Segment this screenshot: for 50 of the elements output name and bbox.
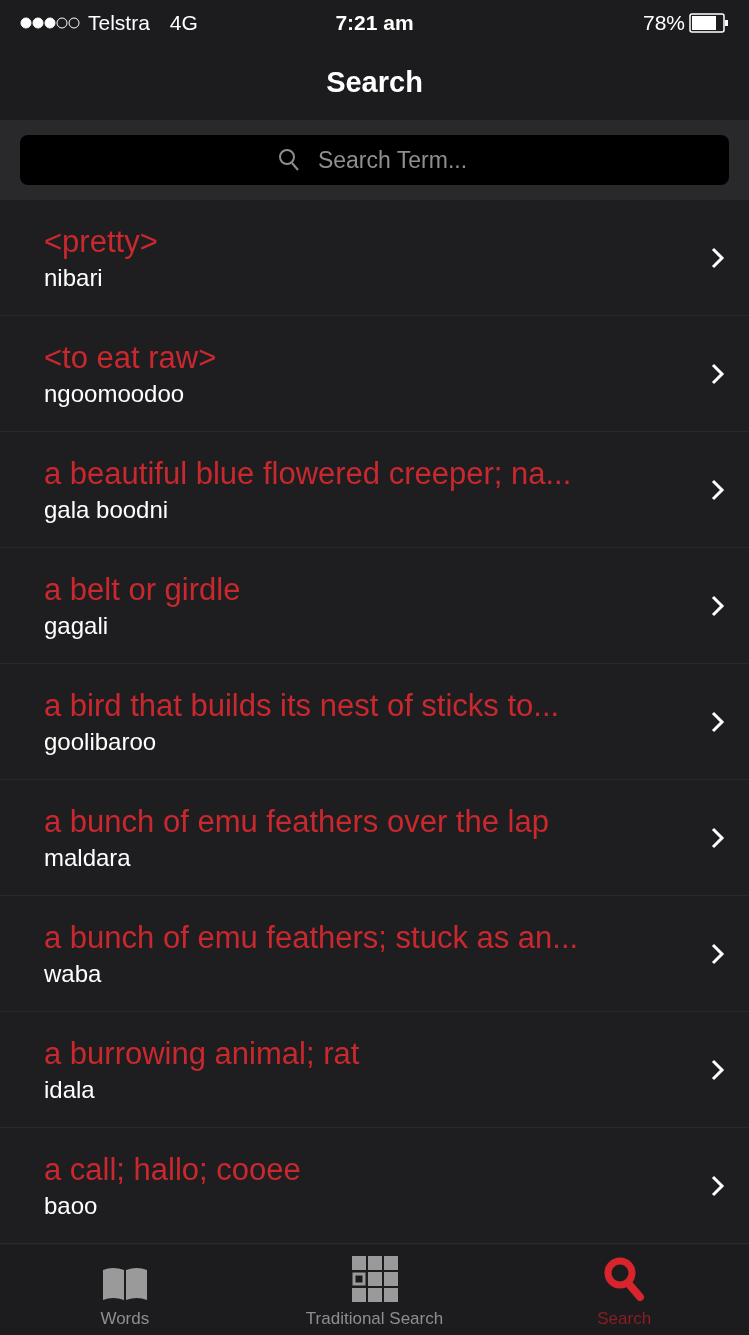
result-word: maldara [44, 842, 132, 873]
result-term: a beautiful blue flowered creeper; na... [44, 454, 573, 493]
result-row[interactable]: a belt or girdle gagali [0, 548, 749, 664]
result-word: goolibaroo [44, 726, 158, 757]
result-term: a belt or girdle [44, 570, 242, 609]
result-word: gala boodni [44, 494, 170, 525]
chevron-icon [711, 246, 725, 269]
network-label: 4G [169, 9, 198, 36]
screen-title: Search [326, 64, 423, 100]
battery-icon [689, 12, 729, 33]
result-row[interactable]: a burrowing animal; rat idala [0, 1012, 749, 1128]
result-word: ngoomoodoo [44, 378, 186, 409]
chevron-icon [711, 710, 725, 733]
signal-icon [20, 16, 80, 29]
result-row[interactable]: a bunch of emu feathers; stuck as an... waba [0, 896, 749, 1012]
tab-bar-item[interactable]: Traditional Search [249, 1245, 500, 1335]
result-word: idala [44, 1074, 96, 1105]
search-icon [278, 148, 300, 172]
battery-percentage: 78% [642, 9, 685, 36]
result-word: baoo [44, 1190, 99, 1221]
chevron-icon [711, 594, 725, 617]
result-term: a bunch of emu feathers over the lap [44, 802, 550, 841]
chevron-icon [711, 942, 725, 965]
result-term: a burrowing animal; rat [44, 1034, 361, 1073]
chevron-icon [711, 478, 725, 501]
chevron-icon [711, 1174, 725, 1197]
result-term: a call; hallo; cooee [44, 1150, 302, 1189]
result-row[interactable]: a call; hallo; cooee baoo [0, 1128, 749, 1244]
carrier-label: Telstra [88, 9, 150, 36]
result-word: nibari [44, 262, 104, 293]
search-icon [603, 1255, 646, 1302]
tab-bar-item[interactable]: Words [0, 1245, 250, 1335]
result-word: gagali [44, 610, 110, 641]
chevron-icon [711, 826, 725, 849]
chevron-icon [711, 1058, 725, 1081]
result-row[interactable]: a bunch of emu feathers over the lap maldara [0, 780, 749, 896]
result-row[interactable]: a beautiful blue flowered creeper; na... gala boodni [0, 432, 749, 548]
grid-icon [351, 1255, 398, 1302]
result-row[interactable]: <to eat raw> ngoomoodoo [0, 316, 749, 432]
status-time: 7:21 am [335, 9, 414, 36]
book-icon [100, 1265, 149, 1302]
search-field[interactable]: Search Term... [20, 135, 729, 185]
chevron-icon [711, 362, 725, 385]
result-term: a bunch of emu feathers; stuck as an... [44, 918, 580, 957]
result-term: a bird that builds its nest of sticks to... [44, 686, 561, 725]
result-row[interactable]: <pretty> nibari [0, 200, 749, 316]
result-word: waba [44, 958, 103, 989]
result-row[interactable]: a bird that builds its nest of sticks to... goolibaroo [0, 664, 749, 780]
result-term: <to eat raw> [44, 338, 218, 377]
result-term: <pretty> [44, 222, 159, 261]
